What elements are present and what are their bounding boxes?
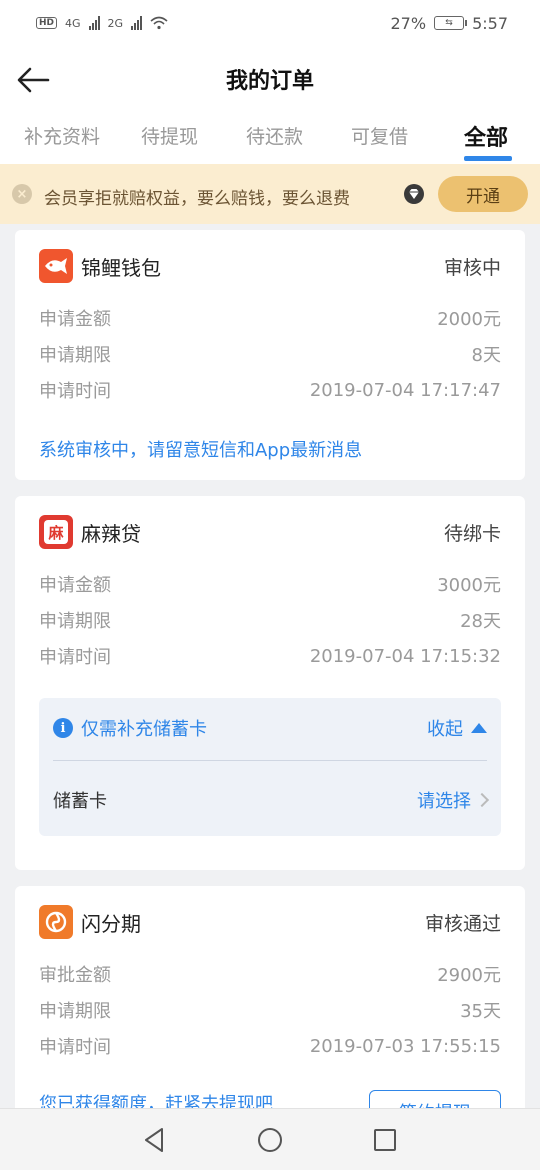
tab-pending-withdraw[interactable]: 待提现 xyxy=(141,122,198,149)
detail-row: 审批金额 2900元 xyxy=(39,958,501,990)
row-value: 28天 xyxy=(460,611,501,632)
debit-card-label: 储蓄卡 xyxy=(53,791,107,812)
row-label: 申请时间 xyxy=(39,1037,111,1058)
detail-row: 申请时间 2019-07-04 17:15:32 xyxy=(39,640,501,672)
app-logo-icon xyxy=(39,905,73,939)
row-label: 申请时间 xyxy=(39,381,111,402)
nav-recent-icon[interactable] xyxy=(374,1129,396,1151)
chevron-right-icon xyxy=(474,792,490,808)
order-card[interactable]: 锦鲤钱包 审核中 申请金额 2000元 申请期限 8天 申请时间 2019-07… xyxy=(15,230,525,480)
app-header: 我的订单 xyxy=(0,46,540,112)
row-value: 2019-07-04 17:17:47 xyxy=(309,379,501,401)
signal-icon xyxy=(88,16,100,30)
row-value: 2019-07-03 17:55:15 xyxy=(309,1035,501,1057)
info-icon: i xyxy=(53,718,73,738)
app-name: 闪分期 xyxy=(81,911,141,936)
nav-back-icon[interactable] xyxy=(142,1127,166,1153)
row-value: 2000元 xyxy=(437,309,501,330)
back-arrow-icon[interactable] xyxy=(14,60,54,100)
tab-supplement[interactable]: 补充资料 xyxy=(24,122,100,149)
choose-card-select[interactable]: 请选择 xyxy=(417,787,490,813)
supplement-panel: i 仅需补充储蓄卡 收起 储蓄卡 请选择 xyxy=(39,698,501,836)
review-notice: 系统审核中，请留意短信和App最新消息 xyxy=(39,440,363,461)
active-tab-indicator xyxy=(464,156,512,161)
clock: 5:57 xyxy=(472,13,508,33)
order-status: 审核中 xyxy=(443,256,501,279)
row-value: 35天 xyxy=(460,1001,501,1022)
tab-pending-repay[interactable]: 待还款 xyxy=(246,122,303,149)
nav-home-icon[interactable] xyxy=(258,1128,282,1152)
tab-all[interactable]: 全部 xyxy=(464,120,508,152)
detail-row: 申请期限 28天 xyxy=(39,604,501,636)
close-icon[interactable]: × xyxy=(12,184,32,204)
network-4g-label: 4G xyxy=(65,16,81,30)
page-title: 我的订单 xyxy=(225,69,314,94)
supplement-header: i 仅需补充储蓄卡 收起 xyxy=(53,710,487,746)
row-value: 2019-07-04 17:15:32 xyxy=(309,645,501,667)
detail-row: 申请期限 8天 xyxy=(39,338,501,370)
detail-row: 申请时间 2019-07-03 17:55:15 xyxy=(39,1030,501,1062)
open-membership-button[interactable]: 开通 xyxy=(438,176,528,212)
battery-percent: 27% xyxy=(390,13,427,33)
status-left: HD 4G 2G xyxy=(36,16,168,30)
order-status: 待绑卡 xyxy=(443,522,501,545)
row-label: 申请金额 xyxy=(39,575,111,596)
row-label: 申请期限 xyxy=(39,1001,111,1022)
row-label: 申请期限 xyxy=(39,345,111,366)
card-header: 锦鲤钱包 审核中 xyxy=(39,246,501,286)
banner-text: 会员享拒就赔权益，要么赔钱，要么退费 xyxy=(44,189,350,209)
detail-row: 申请期限 35天 xyxy=(39,994,501,1026)
row-value: 8天 xyxy=(471,345,501,366)
system-nav-bar xyxy=(0,1108,540,1170)
swirl-logo-icon xyxy=(45,911,67,933)
choose-label: 请选择 xyxy=(417,791,471,812)
diamond-icon xyxy=(404,184,424,204)
status-bar: HD 4G 2G 27% ⇆ 5:57 xyxy=(0,0,540,46)
hd-icon: HD xyxy=(36,17,58,29)
collapse-label: 收起 xyxy=(427,719,463,740)
supplement-info: 仅需补充储蓄卡 xyxy=(81,719,207,740)
signal-icon-2 xyxy=(131,16,143,30)
membership-banner: × 会员享拒就赔权益，要么赔钱，要么退费 开通 xyxy=(0,164,540,224)
row-value: 3000元 xyxy=(437,575,501,596)
row-label: 审批金额 xyxy=(39,965,111,986)
status-right: 27% ⇆ 5:57 xyxy=(391,14,509,33)
app-logo-icon xyxy=(39,249,73,283)
collapse-toggle[interactable]: 收起 xyxy=(427,715,487,741)
app-name: 麻辣贷 xyxy=(81,521,141,546)
debit-card-row[interactable]: 储蓄卡 请选择 xyxy=(53,782,490,818)
order-tabs: 补充资料 待提现 待还款 可复借 全部 xyxy=(0,112,540,164)
battery-icon: ⇆ xyxy=(434,16,468,30)
detail-row: 申请金额 2000元 xyxy=(39,302,501,334)
app-name: 锦鲤钱包 xyxy=(81,255,161,280)
detail-row: 申请时间 2019-07-04 17:17:47 xyxy=(39,374,501,406)
app-logo-icon: 麻 xyxy=(39,515,73,549)
order-card[interactable]: 麻 麻辣贷 待绑卡 申请金额 3000元 申请期限 28天 申请时间 2019-… xyxy=(15,496,525,870)
network-2g-label: 2G xyxy=(107,16,124,30)
detail-row: 申请金额 3000元 xyxy=(39,568,501,600)
order-card[interactable]: 闪分期 审核通过 审批金额 2900元 申请期限 35天 申请时间 2019-0… xyxy=(15,886,525,1146)
koi-fish-icon xyxy=(45,258,67,274)
row-label: 申请时间 xyxy=(39,647,111,668)
app-logo-glyph: 麻 xyxy=(44,520,68,544)
divider xyxy=(53,760,487,761)
wifi-icon xyxy=(150,16,168,30)
row-label: 申请金额 xyxy=(39,309,111,330)
tab-reborrow[interactable]: 可复借 xyxy=(351,122,408,149)
card-header: 闪分期 审核通过 xyxy=(39,902,501,942)
row-value: 2900元 xyxy=(437,965,501,986)
caret-up-icon xyxy=(471,723,487,733)
order-status: 审核通过 xyxy=(424,912,501,935)
row-label: 申请期限 xyxy=(39,611,111,632)
card-header: 麻 麻辣贷 待绑卡 xyxy=(39,512,501,552)
